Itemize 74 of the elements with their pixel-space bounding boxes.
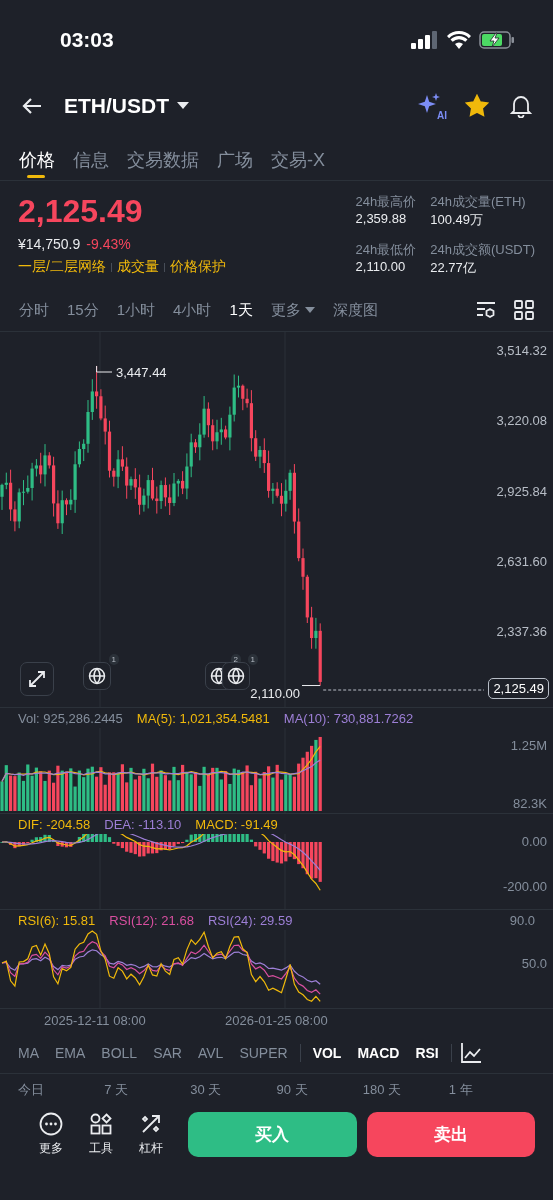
- indicator-tab[interactable]: BOLL: [93, 1045, 146, 1061]
- low-price-label: 2,110.00: [250, 686, 300, 701]
- tab[interactable]: 价格: [10, 132, 64, 180]
- range-option[interactable]: 今日: [18, 1081, 105, 1099]
- interval-tab[interactable]: 深度图: [323, 300, 387, 320]
- interval-tab[interactable]: 1天: [220, 300, 262, 320]
- stat-label: 24h最低价: [355, 241, 417, 259]
- price-axis-label: 2,337.36: [496, 624, 547, 640]
- indicator-tab[interactable]: EMA: [47, 1045, 94, 1061]
- indicator-tab[interactable]: SUPER: [231, 1045, 296, 1061]
- macd-legend-item: DEA: -113.10: [104, 816, 182, 832]
- interval-tab[interactable]: 更多: [261, 300, 324, 320]
- tab[interactable]: 交易-X: [262, 132, 334, 180]
- stat-value: 22.77亿: [430, 259, 477, 277]
- stat-value: 100.49万: [430, 211, 484, 229]
- date-label: 2025-12-11 08:00: [44, 1013, 146, 1028]
- interval-tab[interactable]: 分时: [10, 300, 58, 320]
- stat-label: 24h成交量(ETH): [430, 193, 527, 211]
- axis-label: 82.3K: [513, 796, 547, 811]
- sell-button[interactable]: 卖出: [366, 1112, 535, 1157]
- macd-legend-item: DIF: -204.58: [18, 816, 91, 832]
- volume-legend-item: Vol: 925,286.2445: [18, 710, 123, 726]
- macd-legend-item: MACD: -91.49: [195, 816, 278, 832]
- rsi-legend-item: RSI(6): 15.81: [18, 912, 96, 928]
- tab[interactable]: 交易数据: [118, 132, 208, 180]
- last-price-tag: 2,125.49: [488, 678, 549, 699]
- rsi-legend-item: RSI(24): 29.59: [207, 912, 293, 928]
- fiat-price: ¥14,750.9: [18, 236, 81, 252]
- indicator-tab[interactable]: MACD: [349, 1045, 408, 1061]
- price-axis-label: 2,925.84: [496, 483, 547, 499]
- action-button[interactable]: 杠杆: [126, 1112, 176, 1157]
- status-time: 03:03: [60, 28, 114, 52]
- date-label: 2026-01-25 08:00: [225, 1013, 328, 1028]
- tab[interactable]: 信息: [64, 132, 118, 180]
- tag-link[interactable]: 成交量: [116, 258, 159, 276]
- axis-label: 1.25M: [510, 738, 547, 753]
- price-axis-label: 3,514.32: [496, 343, 547, 358]
- price-change: -9.43%: [86, 236, 131, 252]
- range-option[interactable]: 30 天: [190, 1081, 277, 1099]
- range-option[interactable]: 180 天: [362, 1081, 449, 1099]
- axis-label: -200.00: [502, 879, 547, 894]
- stat-label: 24h最高价: [355, 193, 417, 211]
- range-option[interactable]: 90 天: [276, 1081, 363, 1099]
- volume-legend-item: MA(10): 730,881.7262: [283, 710, 414, 726]
- pair-selector[interactable]: ETH/USDT: [54, 94, 189, 118]
- last-price: 2,125.49: [18, 193, 144, 230]
- axis-label: 50.0: [521, 956, 547, 971]
- indicator-tab[interactable]: RSI: [407, 1045, 447, 1061]
- tab[interactable]: 广场: [208, 132, 262, 180]
- interval-tab[interactable]: 15分: [58, 300, 108, 320]
- price-axis-label: 3,220.08: [496, 413, 547, 429]
- stat-value: 2,110.00: [355, 259, 407, 274]
- count-badge: 1: [247, 654, 258, 665]
- indicator-tab[interactable]: MA: [10, 1045, 47, 1061]
- action-button[interactable]: 工具: [76, 1112, 126, 1157]
- rsi-legend-item: RSI(12): 21.68: [109, 912, 194, 928]
- tag-link[interactable]: 一层/二层网络: [18, 258, 106, 276]
- stat-value: 2,359.88: [355, 211, 408, 226]
- indicator-tab[interactable]: AVL: [189, 1045, 232, 1061]
- indicator-tab[interactable]: SAR: [145, 1045, 190, 1061]
- interval-tab[interactable]: 4小时: [164, 300, 221, 320]
- stat-label: 24h成交额(USDT): [430, 241, 535, 259]
- price-axis-label: 2,631.60: [496, 553, 547, 569]
- range-option[interactable]: 7 天: [104, 1081, 191, 1099]
- volume-legend-item: MA(5): 1,021,354.5481: [136, 710, 270, 726]
- axis-label: 0.00: [521, 834, 547, 849]
- indicator-tab[interactable]: VOL: [304, 1045, 350, 1061]
- axis-label: 90.0: [509, 912, 535, 928]
- range-option[interactable]: 1 年: [448, 1081, 536, 1099]
- high-price-label: 3,447.44: [116, 365, 167, 380]
- tag-link[interactable]: 价格保护: [169, 258, 226, 276]
- action-button[interactable]: 更多: [26, 1112, 76, 1157]
- interval-tab[interactable]: 1小时: [107, 300, 165, 320]
- count-badge: 1: [108, 654, 119, 665]
